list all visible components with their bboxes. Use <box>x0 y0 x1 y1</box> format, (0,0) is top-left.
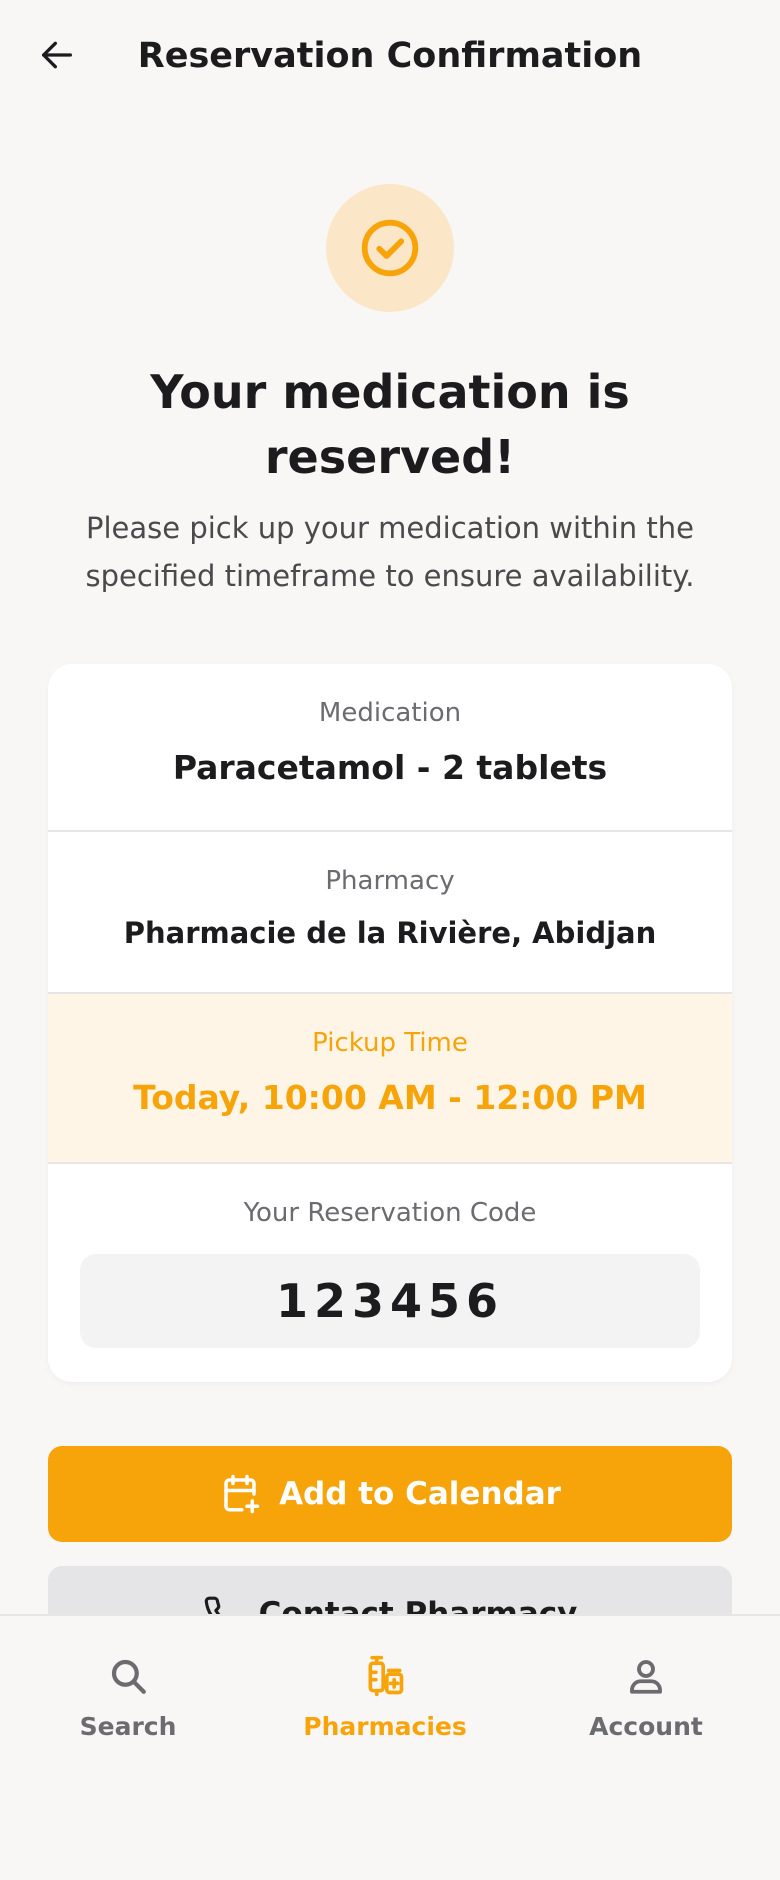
pharmacy-section: Pharmacy Pharmacie de la Rivière, Abidja… <box>48 832 732 994</box>
reservation-code-section: Your Reservation Code 123456 <box>48 1164 732 1382</box>
medication-label: Medication <box>318 698 462 728</box>
reservation-code-label: Your Reservation Code <box>243 1198 537 1228</box>
nav-item-pharmacies[interactable]: Pharmacies <box>285 1652 485 1762</box>
page-title: Reservation Confirmation <box>137 36 643 76</box>
account-icon <box>630 1660 662 1694</box>
nav-item-search[interactable]: Search <box>28 1652 228 1762</box>
pharmacy-icon <box>368 1655 404 1697</box>
reservation-details-card: Medication Paracetamol - 2 tablets Pharm… <box>48 664 732 1382</box>
add-to-calendar-label: Add to Calendar <box>279 1476 561 1512</box>
medication-section: Medication Paracetamol - 2 tablets <box>48 664 732 832</box>
confirmation-message: Please pick up your medication within th… <box>85 511 695 593</box>
pharmacy-value: Pharmacie de la Rivière, Abidjan <box>123 916 657 950</box>
medication-value: Paracetamol - 2 tablets <box>172 748 608 787</box>
pickup-time-section: Pickup Time Today, 10:00 AM - 12:00 PM <box>48 994 732 1164</box>
check-circle-icon <box>361 219 419 277</box>
bottom-navigation: Search Pharmacies Account <box>0 1614 780 1880</box>
success-badge <box>326 184 454 312</box>
pharmacy-label: Pharmacy <box>325 866 455 896</box>
nav-label-pharmacies: Pharmacies <box>303 1712 467 1741</box>
nav-label-account: Account <box>589 1712 703 1741</box>
reservation-code[interactable]: 123456 <box>80 1254 700 1348</box>
app-header: Reservation Confirmation <box>0 0 780 118</box>
search-icon <box>111 1659 146 1694</box>
confirmation-headline: Your medication is reserved! <box>150 365 630 484</box>
pickup-time-label: Pickup Time <box>312 1028 468 1058</box>
add-to-calendar-button[interactable]: Add to Calendar <box>48 1446 732 1542</box>
pickup-time-value: Today, 10:00 AM - 12:00 PM <box>133 1078 647 1117</box>
nav-item-account[interactable]: Account <box>546 1652 746 1762</box>
calendar-plus-icon <box>224 1474 260 1514</box>
nav-label-search: Search <box>79 1712 177 1741</box>
